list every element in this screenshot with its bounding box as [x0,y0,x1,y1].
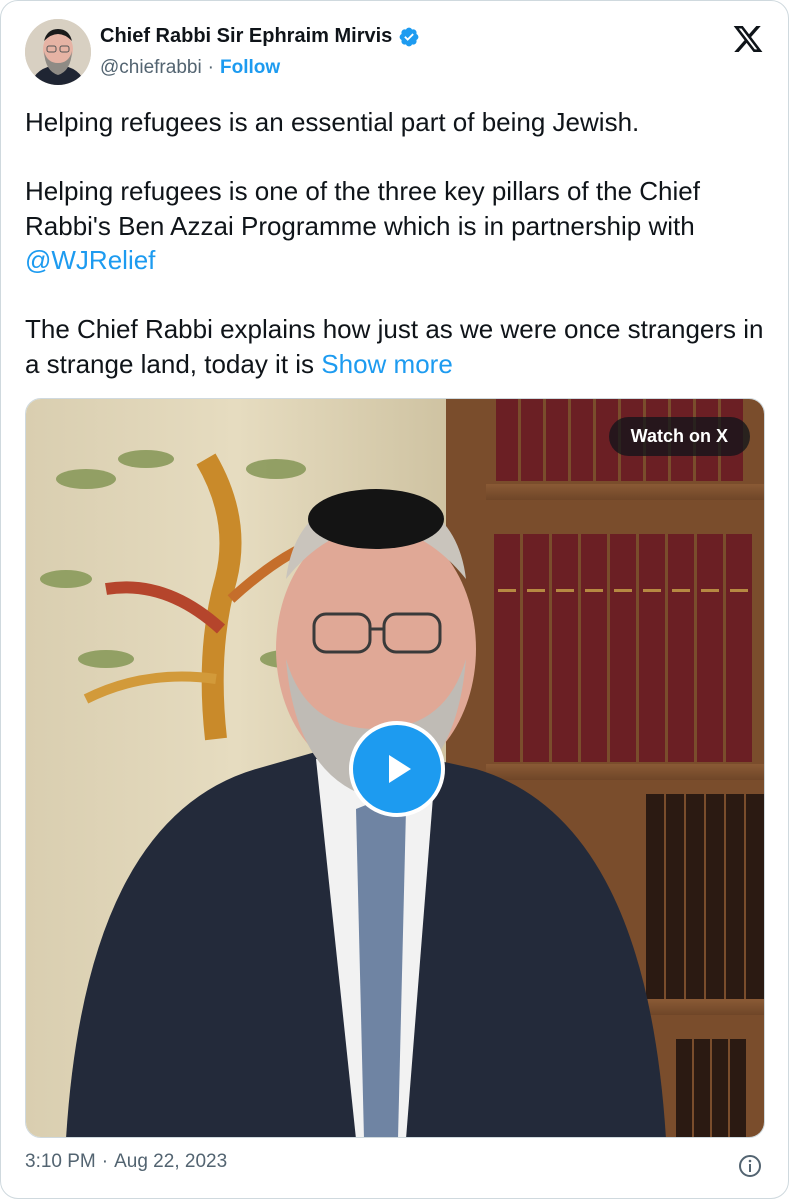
watch-on-x-button[interactable]: Watch on X [608,417,750,456]
post-footer: 3:10 PM · Aug 22, 2023 [25,1151,227,1173]
post-time[interactable]: 3:10 PM [25,1151,96,1173]
author-handle[interactable]: @chiefrabbi [100,57,202,79]
post-text: Helping refugees is an essential part of… [25,105,770,381]
post-line-2: Helping refugees is one of the three key… [25,174,770,278]
handle-row: @chiefrabbi · Follow [100,57,280,79]
post-line-2-text: Helping refugees is one of the three key… [25,176,700,241]
play-icon [389,755,411,783]
post-card: Chief Rabbi Sir Ephraim Mirvis @chiefrab… [0,0,789,1199]
post-date[interactable]: Aug 22, 2023 [114,1151,227,1173]
post-line-3: The Chief Rabbi explains how just as we … [25,312,770,381]
info-icon[interactable] [738,1154,762,1178]
follow-button[interactable]: Follow [220,57,280,79]
avatar[interactable] [25,19,91,85]
x-logo-icon[interactable] [731,23,765,55]
post-line-1: Helping refugees is an essential part of… [25,107,640,137]
verified-badge-icon [399,27,419,46]
mention-link[interactable]: @WJRelief [25,245,155,275]
play-button[interactable] [349,721,445,817]
footer-separator: · [101,1151,109,1172]
show-more-link[interactable]: Show more [321,349,453,379]
author-name-row: Chief Rabbi Sir Ephraim Mirvis [100,25,420,48]
separator-dot: · [207,57,214,78]
author-name[interactable]: Chief Rabbi Sir Ephraim Mirvis [100,25,392,48]
video-thumbnail[interactable]: Watch on X [25,398,765,1138]
